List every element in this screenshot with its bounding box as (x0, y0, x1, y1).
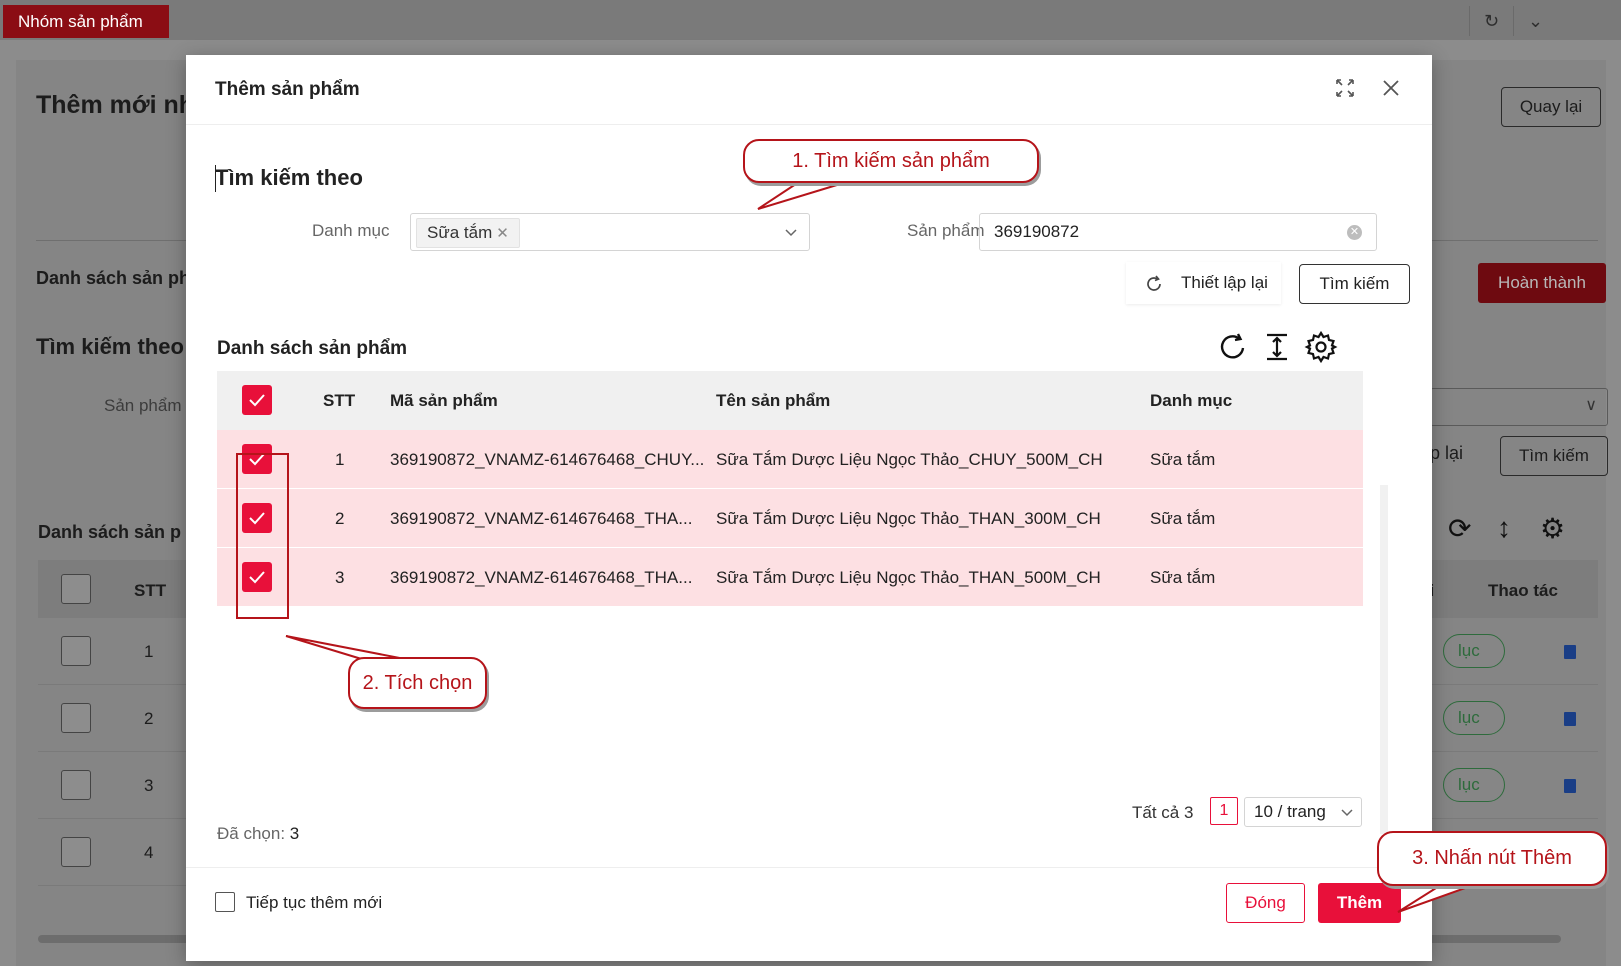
callout-step-3: 3. Nhấn nút Thêm (1377, 831, 1607, 886)
callout-step-1: 1. Tìm kiếm sản phẩm (743, 139, 1039, 183)
callout-step-2: 2. Tích chọn (348, 657, 487, 709)
